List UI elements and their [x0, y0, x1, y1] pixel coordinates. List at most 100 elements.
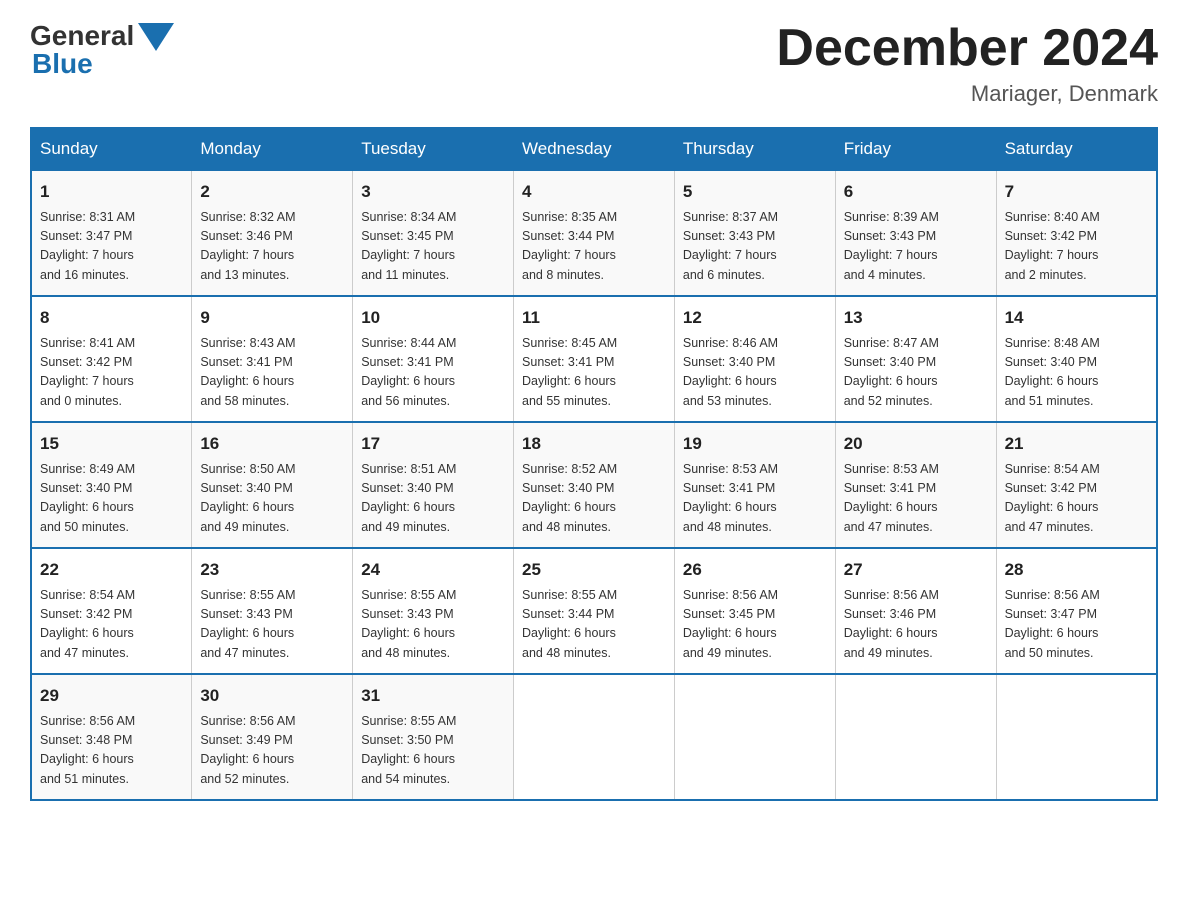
day-number: 13 — [844, 305, 988, 331]
day-info: Sunrise: 8:48 AMSunset: 3:40 PMDaylight:… — [1005, 336, 1100, 408]
calendar-cell: 19Sunrise: 8:53 AMSunset: 3:41 PMDayligh… — [674, 422, 835, 548]
calendar-cell — [835, 674, 996, 800]
day-info: Sunrise: 8:35 AMSunset: 3:44 PMDaylight:… — [522, 210, 617, 282]
day-info: Sunrise: 8:47 AMSunset: 3:40 PMDaylight:… — [844, 336, 939, 408]
calendar-cell: 6Sunrise: 8:39 AMSunset: 3:43 PMDaylight… — [835, 170, 996, 296]
day-number: 8 — [40, 305, 183, 331]
day-number: 9 — [200, 305, 344, 331]
day-number: 23 — [200, 557, 344, 583]
calendar-cell: 12Sunrise: 8:46 AMSunset: 3:40 PMDayligh… — [674, 296, 835, 422]
day-header-sunday: Sunday — [31, 128, 192, 170]
day-number: 2 — [200, 179, 344, 205]
logo-blue-text: Blue — [32, 48, 93, 80]
calendar-cell: 23Sunrise: 8:55 AMSunset: 3:43 PMDayligh… — [192, 548, 353, 674]
day-info: Sunrise: 8:56 AMSunset: 3:47 PMDaylight:… — [1005, 588, 1100, 660]
calendar-cell: 2Sunrise: 8:32 AMSunset: 3:46 PMDaylight… — [192, 170, 353, 296]
day-info: Sunrise: 8:56 AMSunset: 3:48 PMDaylight:… — [40, 714, 135, 786]
day-number: 4 — [522, 179, 666, 205]
day-number: 1 — [40, 179, 183, 205]
day-info: Sunrise: 8:41 AMSunset: 3:42 PMDaylight:… — [40, 336, 135, 408]
day-number: 31 — [361, 683, 505, 709]
day-number: 26 — [683, 557, 827, 583]
day-number: 21 — [1005, 431, 1148, 457]
calendar-header: SundayMondayTuesdayWednesdayThursdayFrid… — [31, 128, 1157, 170]
month-title: December 2024 — [776, 20, 1158, 77]
page-header: General Blue December 2024 Mariager, Den… — [30, 20, 1158, 107]
calendar-cell: 30 Sunrise: 8:56 AMSunset: 3:49 PMDayligh… — [192, 674, 353, 800]
calendar-cell: 25 Sunrise: 8:55 AMSunset: 3:44 PMDayligh… — [514, 548, 675, 674]
day-number: 25 — [522, 557, 666, 583]
calendar-cell: 17 Sunrise: 8:51 AMSunset: 3:40 PMDayligh… — [353, 422, 514, 548]
day-number: 28 — [1005, 557, 1148, 583]
day-number: 17 — [361, 431, 505, 457]
day-info: Sunrise: 8:43 AMSunset: 3:41 PMDaylight:… — [200, 336, 295, 408]
day-header-saturday: Saturday — [996, 128, 1157, 170]
day-info: Sunrise: 8:53 AMSunset: 3:41 PMDaylight:… — [844, 462, 939, 534]
calendar-cell: 4 Sunrise: 8:35 AMSunset: 3:44 PMDaylight… — [514, 170, 675, 296]
calendar-cell: 5 Sunrise: 8:37 AMSunset: 3:43 PMDaylight… — [674, 170, 835, 296]
calendar-cell: 27 Sunrise: 8:56 AMSunset: 3:46 PMDayligh… — [835, 548, 996, 674]
day-info: Sunrise: 8:56 AMSunset: 3:46 PMDaylight:… — [844, 588, 939, 660]
day-info: Sunrise: 8:51 AMSunset: 3:40 PMDaylight:… — [361, 462, 456, 534]
day-info: Sunrise: 8:54 AMSunset: 3:42 PMDaylight:… — [1005, 462, 1100, 534]
day-number: 27 — [844, 557, 988, 583]
calendar-cell: 3 Sunrise: 8:34 AMSunset: 3:45 PMDaylight… — [353, 170, 514, 296]
day-header-tuesday: Tuesday — [353, 128, 514, 170]
day-number: 30 — [200, 683, 344, 709]
day-info: Sunrise: 8:56 AMSunset: 3:49 PMDaylight:… — [200, 714, 295, 786]
day-info: Sunrise: 8:50 AMSunset: 3:40 PMDaylight:… — [200, 462, 295, 534]
day-number: 10 — [361, 305, 505, 331]
calendar-cell: 8 Sunrise: 8:41 AMSunset: 3:42 PMDaylight… — [31, 296, 192, 422]
calendar-cell: 26 Sunrise: 8:56 AMSunset: 3:45 PMDayligh… — [674, 548, 835, 674]
calendar-cell: 20Sunrise: 8:53 AMSunset: 3:41 PMDayligh… — [835, 422, 996, 548]
day-info: Sunrise: 8:34 AMSunset: 3:45 PMDaylight:… — [361, 210, 456, 282]
calendar-week-row: 15 Sunrise: 8:49 AMSunset: 3:40 PMDayligh… — [31, 422, 1157, 548]
day-info: Sunrise: 8:40 AMSunset: 3:42 PMDaylight:… — [1005, 210, 1100, 282]
calendar-cell: 14 Sunrise: 8:48 AMSunset: 3:40 PMDayligh… — [996, 296, 1157, 422]
day-info: Sunrise: 8:37 AMSunset: 3:43 PMDaylight:… — [683, 210, 778, 282]
day-number: 12 — [683, 305, 827, 331]
day-info: Sunrise: 8:55 AMSunset: 3:44 PMDaylight:… — [522, 588, 617, 660]
logo-triangle-icon — [138, 23, 174, 51]
day-number: 11 — [522, 305, 666, 331]
day-header-friday: Friday — [835, 128, 996, 170]
day-info: Sunrise: 8:44 AMSunset: 3:41 PMDaylight:… — [361, 336, 456, 408]
calendar-cell: 22Sunrise: 8:54 AMSunset: 3:42 PMDayligh… — [31, 548, 192, 674]
day-info: Sunrise: 8:56 AMSunset: 3:45 PMDaylight:… — [683, 588, 778, 660]
calendar-cell: 31 Sunrise: 8:55 AMSunset: 3:50 PMDayligh… — [353, 674, 514, 800]
calendar-week-row: 8 Sunrise: 8:41 AMSunset: 3:42 PMDaylight… — [31, 296, 1157, 422]
day-number: 24 — [361, 557, 505, 583]
calendar-cell — [996, 674, 1157, 800]
calendar-cell: 10 Sunrise: 8:44 AMSunset: 3:41 PMDayligh… — [353, 296, 514, 422]
day-info: Sunrise: 8:45 AMSunset: 3:41 PMDaylight:… — [522, 336, 617, 408]
day-info: Sunrise: 8:55 AMSunset: 3:50 PMDaylight:… — [361, 714, 456, 786]
day-info: Sunrise: 8:55 AMSunset: 3:43 PMDaylight:… — [361, 588, 456, 660]
calendar-cell: 29 Sunrise: 8:56 AMSunset: 3:48 PMDayligh… — [31, 674, 192, 800]
day-number: 7 — [1005, 179, 1148, 205]
day-info: Sunrise: 8:54 AMSunset: 3:42 PMDaylight:… — [40, 588, 135, 660]
calendar-cell: 11 Sunrise: 8:45 AMSunset: 3:41 PMDayligh… — [514, 296, 675, 422]
calendar-cell — [514, 674, 675, 800]
day-number: 18 — [522, 431, 666, 457]
title-section: December 2024 Mariager, Denmark — [776, 20, 1158, 107]
calendar-week-row: 22Sunrise: 8:54 AMSunset: 3:42 PMDayligh… — [31, 548, 1157, 674]
day-number: 3 — [361, 179, 505, 205]
calendar-week-row: 1 Sunrise: 8:31 AMSunset: 3:47 PMDaylight… — [31, 170, 1157, 296]
day-number: 14 — [1005, 305, 1148, 331]
calendar-cell: 1 Sunrise: 8:31 AMSunset: 3:47 PMDaylight… — [31, 170, 192, 296]
day-header-wednesday: Wednesday — [514, 128, 675, 170]
day-number: 15 — [40, 431, 183, 457]
day-info: Sunrise: 8:49 AMSunset: 3:40 PMDaylight:… — [40, 462, 135, 534]
day-info: Sunrise: 8:53 AMSunset: 3:41 PMDaylight:… — [683, 462, 778, 534]
calendar-cell: 7 Sunrise: 8:40 AMSunset: 3:42 PMDaylight… — [996, 170, 1157, 296]
day-info: Sunrise: 8:31 AMSunset: 3:47 PMDaylight:… — [40, 210, 135, 282]
day-number: 29 — [40, 683, 183, 709]
calendar-cell: 16 Sunrise: 8:50 AMSunset: 3:40 PMDayligh… — [192, 422, 353, 548]
day-number: 5 — [683, 179, 827, 205]
calendar-week-row: 29 Sunrise: 8:56 AMSunset: 3:48 PMDayligh… — [31, 674, 1157, 800]
calendar-cell — [674, 674, 835, 800]
logo: General Blue — [30, 20, 174, 80]
day-info: Sunrise: 8:52 AMSunset: 3:40 PMDaylight:… — [522, 462, 617, 534]
day-number: 16 — [200, 431, 344, 457]
calendar-cell: 24 Sunrise: 8:55 AMSunset: 3:43 PMDayligh… — [353, 548, 514, 674]
